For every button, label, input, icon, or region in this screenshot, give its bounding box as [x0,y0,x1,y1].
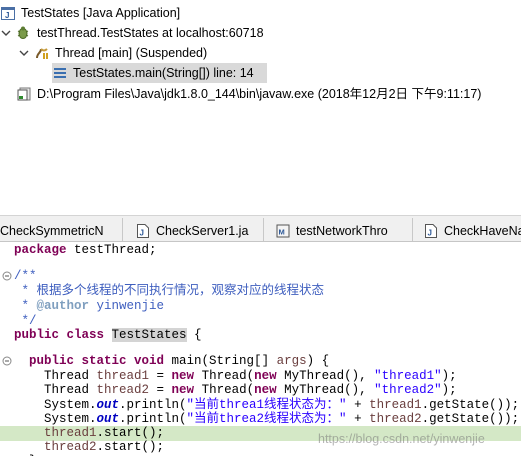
code-line-4: * 根据多个线程的不同执行情况，观察对应的线程状态 [14,284,325,298]
tab-testnetworkthro[interactable]: M testNetworkThro [270,218,413,241]
watermark: https://blog.csdn.net/yinwenjie [318,432,485,446]
stack-frame-label: TestStates.main(String[]) line: 14 [73,66,254,80]
code-line-7: public class TestStates { [14,328,202,342]
class-name-occurrence: TestStates [111,328,187,342]
java-file-icon: J [424,223,438,239]
thread-row[interactable]: Thread [main] (Suspended) [18,43,207,63]
stack-frame-icon [52,65,68,81]
code-line-9: public static void main(String[] args) { [29,354,330,368]
svg-text:J: J [140,228,144,237]
code-line-13: System.out.println("当前threa2线程状态为：" + th… [14,412,520,426]
chevron-down-icon[interactable] [0,27,12,39]
svg-text:J: J [428,228,432,237]
debug-target-label: testThread.TestStates at localhost:60718 [37,26,264,40]
editor-tab-strip: CheckSymmetricN J CheckServer1.ja M test… [0,215,521,242]
code-line-6: */ [14,314,37,328]
thread-label: Thread [main] (Suspended) [55,46,208,60]
tab-label: CheckSymmetricN [0,223,104,238]
svg-text:J: J [5,11,9,20]
manifest-file-icon: M [276,223,290,239]
code-line-10: Thread thread1 = new Thread(new MyThread… [14,369,457,383]
stack-frame-row[interactable]: TestStates.main(String[]) line: 14 [52,63,267,83]
debug-view: J TestStates [Java Application] testThre… [0,0,521,207]
code-editor[interactable]: package testThread; /** * 根据多个线程的不同执行情况，… [0,242,521,456]
tab-checkhavena[interactable]: J CheckHaveNa [418,218,521,241]
code-line-5: * @author yinwenjie [14,299,165,313]
java-application-icon: J [0,5,16,21]
code-line-11: Thread thread2 = new Thread(new MyThread… [14,383,457,397]
code-line-1: package testThread; [14,243,157,257]
svg-text:M: M [279,227,285,236]
tab-label: CheckServer1.ja [156,223,249,238]
tab-label: CheckHaveNa [444,223,521,238]
launch-row[interactable]: J TestStates [Java Application] [0,3,180,23]
debug-target-icon [16,25,32,41]
code-line-12: System.out.println("当前threa1线程状态为：" + th… [14,398,520,412]
process-icon [16,86,32,102]
tab-checksymmetricn[interactable]: CheckSymmetricN [0,218,123,241]
launch-label: TestStates [Java Application] [21,6,181,20]
suspended-thread-icon [34,45,50,61]
process-label: D:\Program Files\Java\jdk1.8.0_144\bin\j… [37,87,482,101]
tab-label: testNetworkThro [296,223,388,238]
tab-checkserver1[interactable]: J CheckServer1.ja [130,218,264,241]
code-line-3: /** [14,269,37,283]
java-file-icon: J [136,223,150,239]
debug-target-row[interactable]: testThread.TestStates at localhost:60718 [0,23,264,43]
chevron-down-icon[interactable] [18,47,30,59]
process-row[interactable]: D:\Program Files\Java\jdk1.8.0_144\bin\j… [16,84,481,104]
